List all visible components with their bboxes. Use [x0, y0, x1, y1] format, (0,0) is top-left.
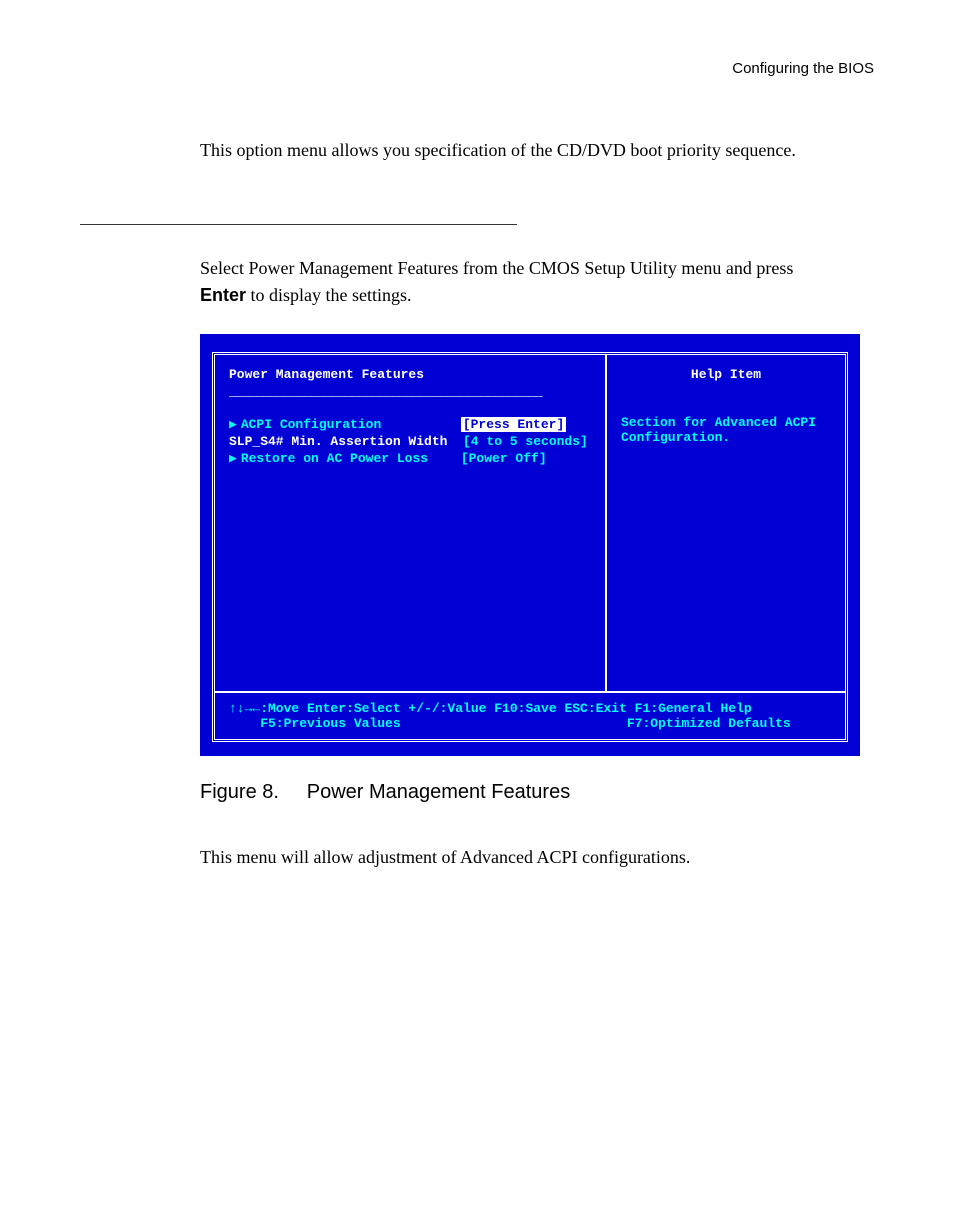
intro-paragraph: This option menu allows you specificatio…	[200, 137, 834, 164]
enter-key-text: Enter	[200, 285, 246, 305]
figure-caption: Figure 8. Power Management Features	[200, 781, 874, 804]
bios-row-restore[interactable]: ▶ Restore on AC Power Loss [Power Off]	[229, 451, 591, 466]
bios-footer: ↑↓→←:Move Enter:Select +/-/:Value F10:Sa…	[215, 691, 845, 739]
bios-value: [Press Enter]	[461, 417, 566, 432]
bios-screenshot: Power Management Features ______________…	[200, 334, 860, 756]
acpi-paragraph: This menu will allow adjustment of Advan…	[200, 844, 834, 871]
bios-title: Power Management Features	[229, 367, 591, 382]
bios-menu-list: ▶ ACPI Configuration [Press Enter] SLP_S…	[215, 411, 607, 691]
bios-footer-line-1: ↑↓→←:Move Enter:Select +/-/:Value F10:Sa…	[229, 701, 831, 716]
figure-title: Power Management Features	[307, 781, 570, 803]
bios-header-row: Power Management Features ______________…	[215, 355, 845, 411]
bios-label: SLP_S4# Min. Assertion Width	[229, 434, 463, 449]
bios-value: [4 to 5 seconds]	[463, 434, 588, 449]
bios-body: ▶ ACPI Configuration [Press Enter] SLP_S…	[215, 411, 845, 691]
main-text-1: Select Power Management Features from th…	[200, 258, 793, 278]
bios-row-acpi[interactable]: ▶ ACPI Configuration [Press Enter]	[229, 417, 591, 432]
main-paragraph: Select Power Management Features from th…	[200, 255, 834, 309]
bios-label: Restore on AC Power Loss	[241, 451, 461, 466]
triangle-icon: ▶	[229, 451, 237, 466]
bios-help-title: Help Item	[621, 367, 831, 382]
bios-row-slp[interactable]: SLP_S4# Min. Assertion Width [4 to 5 sec…	[229, 434, 591, 449]
bios-title-cell: Power Management Features ______________…	[215, 355, 607, 411]
triangle-icon: ▶	[229, 417, 237, 432]
bios-title-underline: ________________________________________…	[229, 384, 591, 399]
bios-value: [Power Off]	[461, 451, 547, 466]
bios-frame: Power Management Features ______________…	[212, 352, 848, 742]
section-divider	[80, 224, 517, 225]
bios-label: ACPI Configuration	[241, 417, 461, 432]
bios-footer-line-2: F5:Previous Values F7:Optimized Defaults	[229, 716, 831, 731]
bios-help-text: Section for Advanced ACPI Configuration.	[607, 411, 845, 691]
main-text-2: to display the settings.	[246, 285, 412, 305]
page-header: Configuring the BIOS	[80, 60, 874, 77]
bios-help-header: Help Item	[607, 355, 845, 411]
figure-label: Figure 8.	[200, 781, 279, 803]
